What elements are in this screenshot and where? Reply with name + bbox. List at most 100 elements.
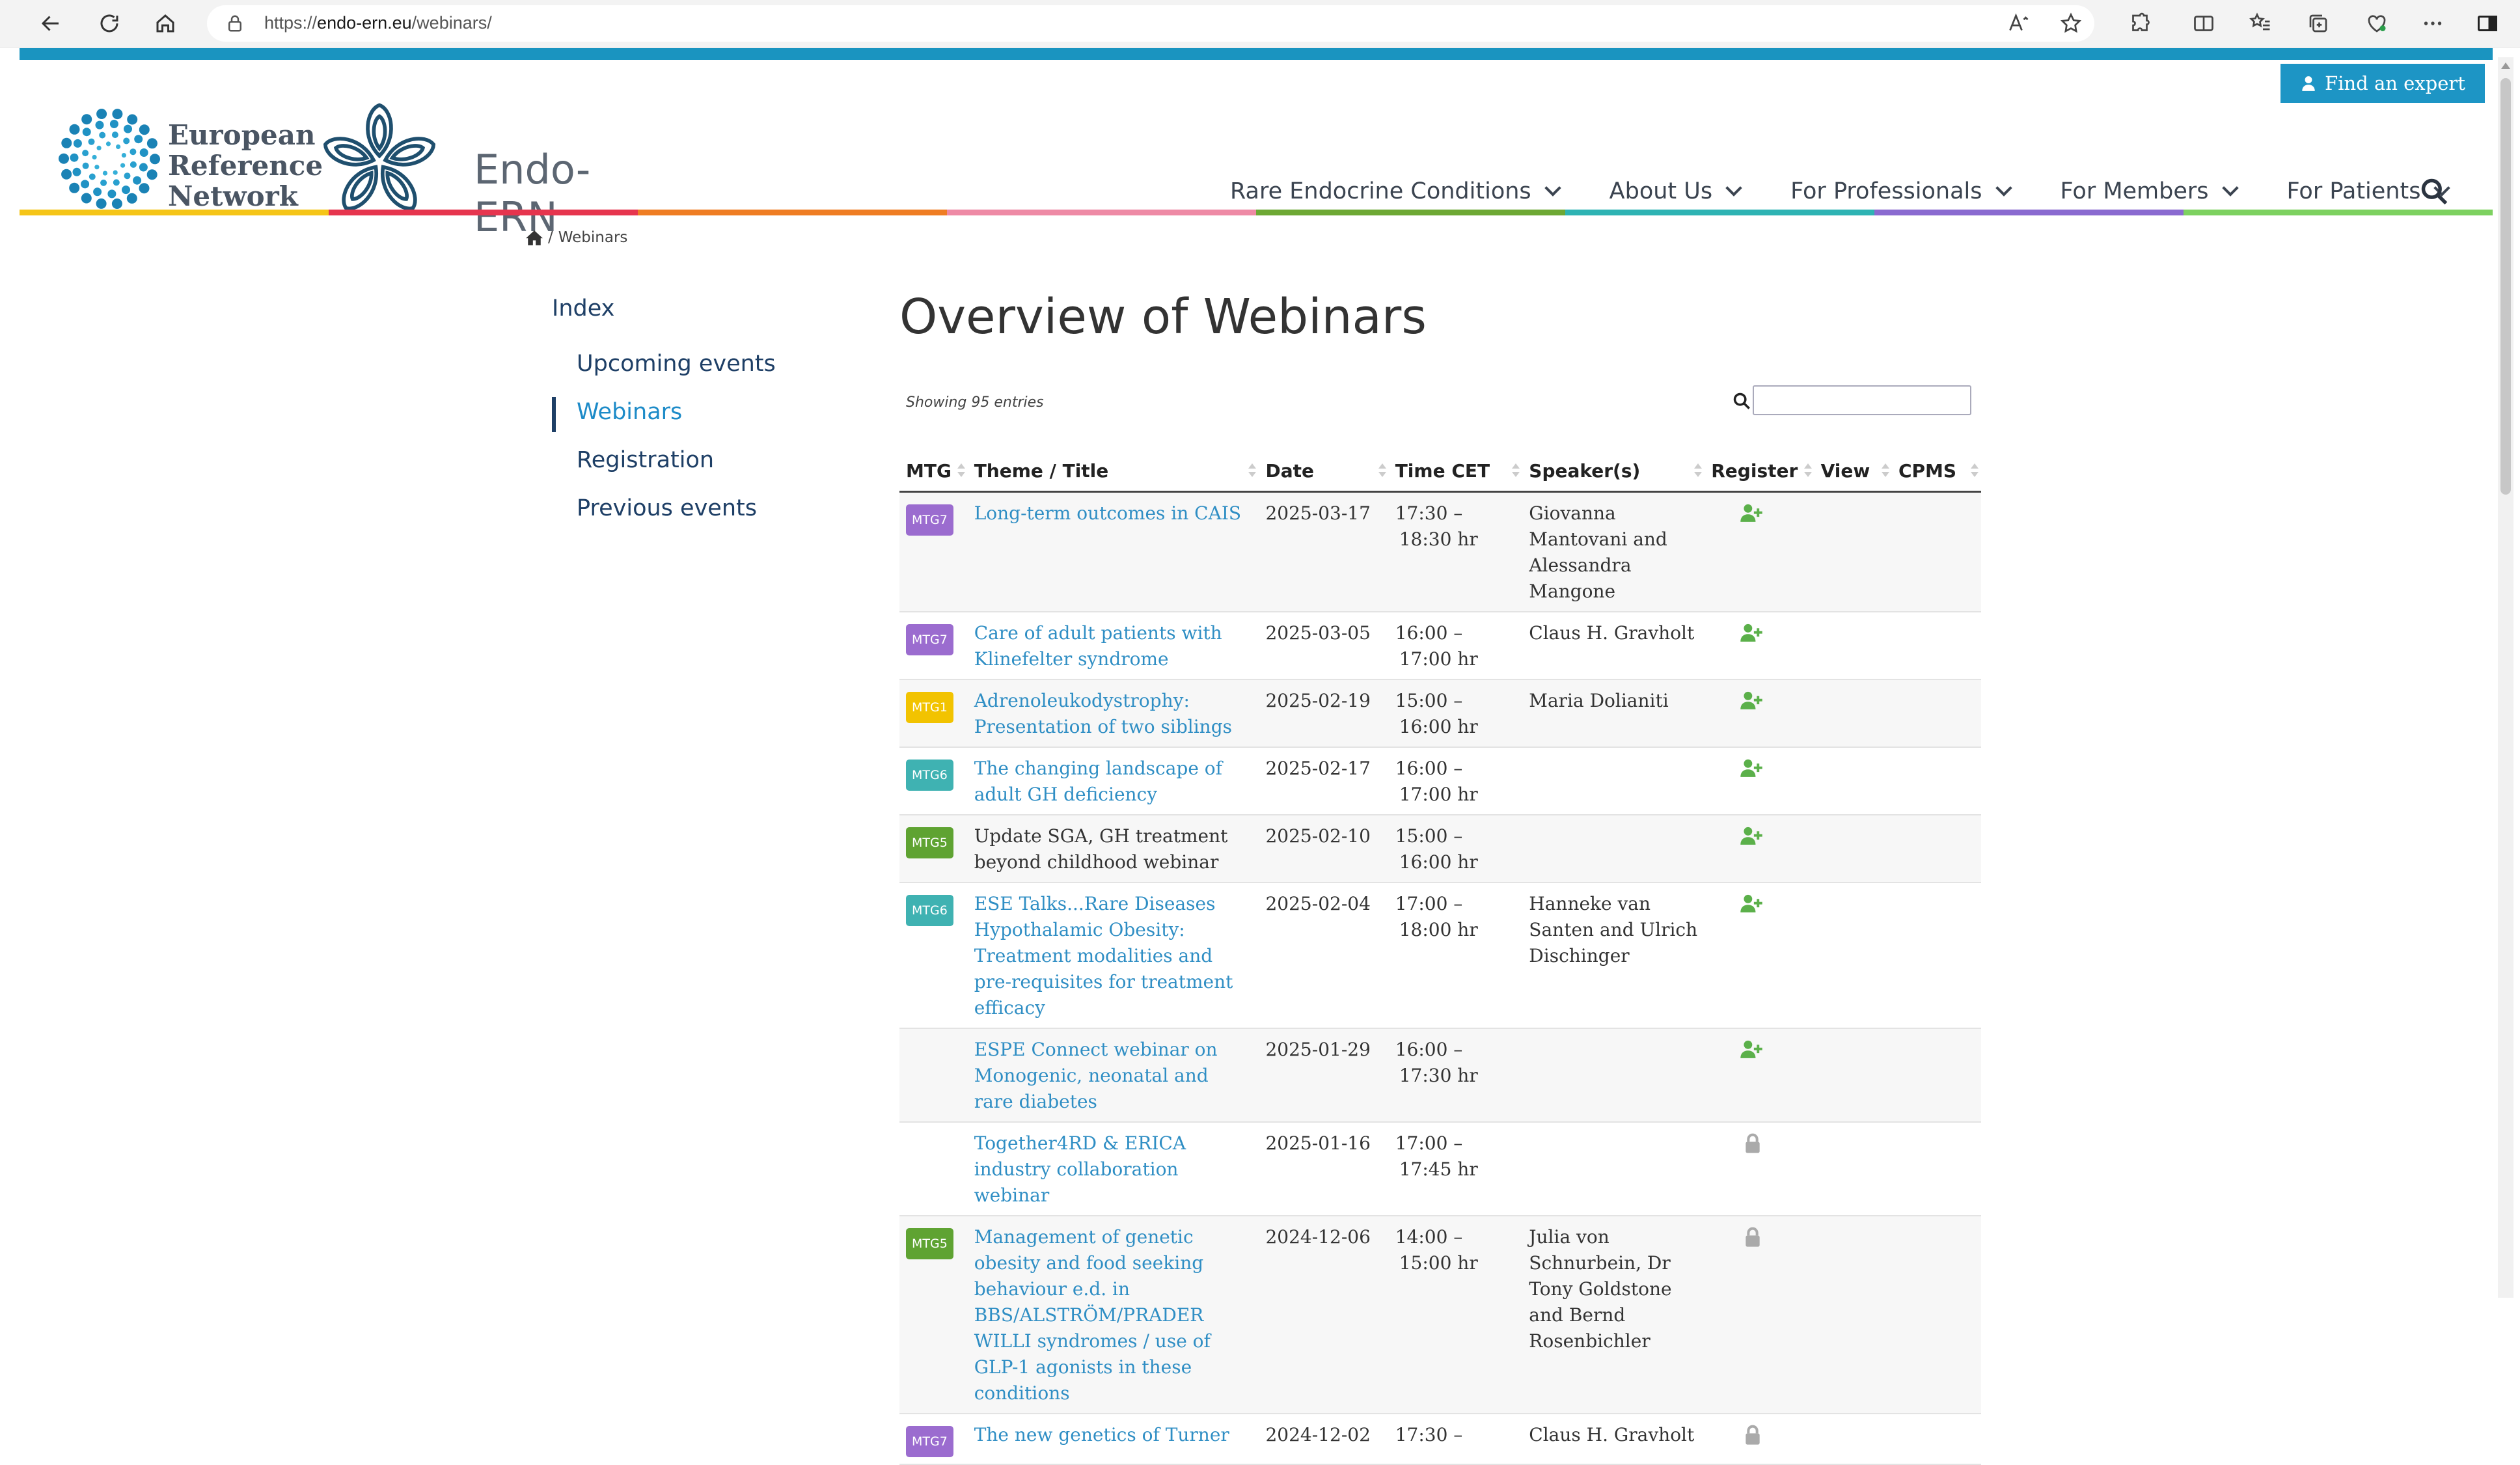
logo-dot [111,199,122,209]
register-cell [1705,679,1815,748]
logo-dot [116,144,121,150]
register-user-plus-icon[interactable] [1740,503,1763,524]
breadcrumb: / Webinars [526,229,627,246]
time-start: 17:00 – [1395,1132,1463,1154]
register-user-plus-icon[interactable] [1740,758,1763,779]
home-icon[interactable] [526,230,543,245]
sidebar-item-upcoming-events[interactable]: Upcoming events [552,340,838,388]
logo-dot [102,171,108,176]
home-button[interactable] [148,7,182,40]
speakers-cell: Giovanna Mantovani and Alessandra Mangon… [1522,491,1705,612]
collections-button[interactable] [2304,9,2333,38]
page-scrollbar[interactable] [2498,57,2513,1298]
time-end: 16:00 hr [1399,851,1478,873]
column-header-title[interactable]: Theme / Title [967,450,1259,493]
chevron-down-icon [2221,180,2239,197]
webinar-title-link[interactable]: ESPE Connect webinar on Monogenic, neona… [967,1028,1259,1123]
logo-dot [72,167,81,176]
page-title: Overview of Webinars [899,289,1427,345]
scrollbar-thumb[interactable] [2500,78,2511,495]
nav-label: For Patients [2286,178,2421,204]
favorite-button[interactable] [2057,9,2085,38]
logo-dot [126,193,137,204]
sidebar-toggle-button[interactable] [2473,9,2502,38]
sort-icon [1971,463,1979,478]
register-user-plus-icon[interactable] [1740,1039,1763,1060]
webinar-title-link[interactable]: Management of genetic obesity and food s… [967,1216,1259,1414]
rainbow-segment [2184,210,2493,215]
extensions-button[interactable] [2126,9,2154,38]
speakers-cell: Maria Dolianiti [1522,679,1705,748]
webinar-title-link[interactable]: Long-term outcomes in CAIS [967,491,1259,612]
address-bar[interactable]: https://endo-ern.eu/webinars/ [207,5,2094,42]
mtg-badge: MTG7 [906,1426,953,1457]
register-user-plus-icon[interactable] [1740,691,1763,711]
lock-icon [228,15,241,32]
webinar-title-link[interactable]: ESE Talks...Rare Diseases Hypothalamic O… [967,883,1259,1029]
webinar-title-link[interactable]: The new genetics of Turner [967,1414,1259,1465]
back-button[interactable] [34,7,68,40]
date-cell: 2025-02-19 [1259,679,1389,748]
logo-dot [92,154,97,160]
breadcrumb-current: Webinars [558,229,628,246]
webinar-title-link[interactable]: Adrenoleukodystrophy: Presentation of tw… [967,679,1259,748]
site-search-icon[interactable] [2420,177,2448,206]
mtg-cell: MTG7 [899,491,968,612]
endo-flower-logo-icon [323,103,435,211]
column-header-cpms[interactable]: CPMS [1891,450,1981,493]
register-user-plus-icon[interactable] [1740,623,1763,644]
rainbow-segment [329,210,638,215]
logo-dot [81,114,92,125]
sidebar-item-registration[interactable]: Registration [552,436,838,484]
site-logo[interactable]: European Reference Network Endo-ERN [57,74,643,243]
find-expert-label: Find an expert [2325,72,2465,94]
column-header-mtg[interactable]: MTG [899,450,968,493]
favorites-list-button[interactable] [2247,9,2275,38]
logo-dot [130,148,137,156]
logo-line-3: Network [168,180,298,212]
view-cell [1814,747,1892,815]
logo-dot [70,153,79,162]
column-header-speakers[interactable]: Speaker(s) [1522,450,1705,493]
logo-line-1: European [168,119,316,151]
nav-for-professionals[interactable]: For Professionals [1790,172,2012,211]
read-aloud-icon [2009,13,2029,31]
mtg-badge: MTG7 [906,504,953,536]
table-search-input[interactable] [1753,385,1971,415]
browser-essentials-button[interactable] [2362,9,2391,38]
mtg-badge: MTG7 [906,624,953,655]
column-header-register[interactable]: Register [1705,450,1815,493]
column-header-view[interactable]: View [1814,450,1892,493]
reload-button[interactable] [92,7,126,40]
column-header-date[interactable]: Date [1259,450,1389,493]
webinar-title-link[interactable]: Together4RD & ERICA industry collaborati… [967,1122,1259,1216]
date-cell: 2025-02-10 [1259,815,1389,883]
scroll-up-icon[interactable] [2501,62,2510,69]
webinar-title-link[interactable]: Care of adult patients with Klinefelter … [967,612,1259,680]
nav-rare-endocrine-conditions[interactable]: Rare Endocrine Conditions [1230,172,1561,211]
more-menu-button[interactable] [2418,9,2447,38]
find-expert-button[interactable]: Find an expert [2280,64,2485,103]
logo-dot [93,187,102,197]
nav-about-us[interactable]: About Us [1609,172,1742,211]
register-cell [1705,1216,1815,1414]
sort-icon [1512,463,1520,478]
sidebar-item-previous-events[interactable]: Previous events [552,484,838,532]
split-screen-button[interactable] [2189,9,2218,38]
register-user-plus-icon[interactable] [1740,894,1763,914]
register-user-plus-icon[interactable] [1740,826,1763,847]
nav-for-members[interactable]: For Members [2061,172,2239,211]
sidebar-item-webinars[interactable]: Webinars [552,388,838,436]
rainbow-segment [947,210,1256,215]
logo-dot [127,114,138,125]
webinar-title-link[interactable]: The changing landscape of adult GH defic… [967,747,1259,815]
sidebar-index-heading[interactable]: Index [552,295,838,322]
read-aloud-button[interactable] [2005,9,2033,38]
time-cell: 14:00 – 15:00 hr [1388,1216,1523,1414]
entries-count: Showing 95 entries [906,394,1044,411]
column-header-time[interactable]: Time CET [1388,450,1523,493]
chevron-down-icon [1725,180,1742,197]
logo-dot [96,198,107,209]
logo-dot [146,138,158,149]
time-start: 17:00 – [1395,893,1463,914]
